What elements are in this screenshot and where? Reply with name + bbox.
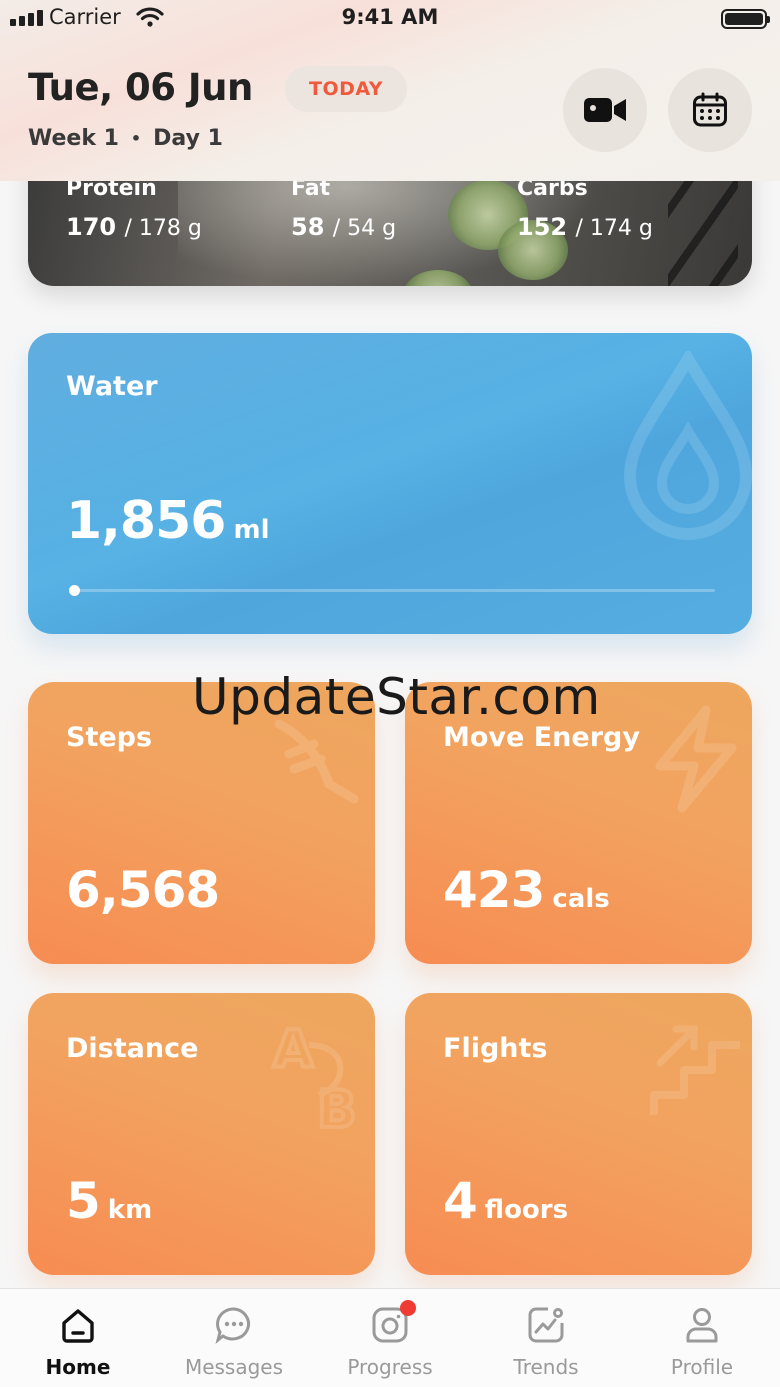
tab-trends[interactable]: Trends <box>468 1289 624 1387</box>
a-to-b-icon: A B <box>271 1018 359 1135</box>
macro-target: / 178 g <box>124 216 202 241</box>
video-camera-icon <box>584 98 626 122</box>
distance-unit: km <box>107 1195 153 1225</box>
water-amount: 1,856 <box>66 491 226 551</box>
move-energy-unit: cals <box>552 884 610 914</box>
steps-value: 6,568 <box>66 861 227 919</box>
status-time: 9:41 AM <box>341 5 439 29</box>
svg-text:B: B <box>317 1080 357 1135</box>
tab-profile[interactable]: Profile <box>624 1289 780 1387</box>
macro-value: 58 <box>291 213 325 241</box>
steps-amount: 6,568 <box>66 861 220 919</box>
distance-amount: 5 <box>66 1172 101 1230</box>
water-unit: ml <box>233 515 270 545</box>
macro-target: / 174 g <box>575 216 653 241</box>
tab-label: Trends <box>513 1355 579 1379</box>
water-slider-handle[interactable] <box>69 585 80 596</box>
flights-title: Flights <box>443 1033 548 1064</box>
tab-home[interactable]: Home <box>0 1289 156 1387</box>
water-drop-icon <box>623 351 752 540</box>
notification-badge <box>400 1300 416 1316</box>
home-icon <box>62 1309 94 1343</box>
header: Carrier 9:41 AM Tue, 06 Jun TODAY Week 1… <box>0 0 780 181</box>
macro-protein: Protein 170 / 178 g <box>66 176 202 241</box>
macro-target: / 54 g <box>332 216 397 241</box>
flights-tile[interactable]: Flights 4 floors <box>405 993 752 1275</box>
macro-value: 152 <box>517 213 568 241</box>
trends-icon <box>528 1307 564 1343</box>
move-energy-amount: 423 <box>443 861 545 919</box>
page-title: Tue, 06 Jun <box>28 66 253 109</box>
water-card[interactable]: Water 1,856 ml <box>28 333 752 634</box>
svg-text:A: A <box>273 1020 313 1080</box>
chopsticks-image <box>668 180 738 286</box>
tab-label: Home <box>45 1355 111 1379</box>
macro-fat: Fat 58 / 54 g <box>291 176 396 241</box>
watermark: UpdateStar.com <box>192 668 601 726</box>
distance-value: 5 km <box>66 1172 152 1230</box>
steps-title: Steps <box>66 722 153 753</box>
messages-icon <box>215 1307 250 1344</box>
tab-label: Profile <box>670 1355 734 1379</box>
video-button[interactable] <box>563 68 647 152</box>
week-day-label: Week 1 • Day 1 <box>28 126 223 151</box>
tab-progress[interactable]: Progress <box>312 1289 468 1387</box>
tab-messages[interactable]: Messages <box>156 1289 312 1387</box>
battery-icon <box>721 9 770 29</box>
move-energy-title: Move Energy <box>443 722 640 753</box>
today-button[interactable]: TODAY <box>285 66 407 112</box>
flights-unit: floors <box>484 1195 569 1225</box>
macro-carbs: Carbs 152 / 174 g <box>517 176 653 241</box>
status-bar: Carrier 9:41 AM <box>0 0 780 38</box>
week-label: Week 1 <box>28 126 119 151</box>
separator: • <box>130 129 142 148</box>
macro-value: 170 <box>66 213 117 241</box>
tab-bar: Home Messages Progress Trends Profile <box>0 1288 780 1387</box>
tab-label: Progress <box>347 1355 433 1379</box>
water-slider[interactable] <box>69 585 715 596</box>
water-title: Water <box>66 371 158 402</box>
flights-value: 4 floors <box>443 1172 568 1230</box>
flights-amount: 4 <box>443 1172 478 1230</box>
water-value: 1,856 ml <box>66 491 270 551</box>
calendar-button[interactable] <box>668 68 752 152</box>
day-label: Day 1 <box>153 126 223 151</box>
stairs-icon <box>650 1025 740 1115</box>
tab-label: Messages <box>184 1355 284 1379</box>
profile-icon <box>686 1308 718 1343</box>
move-energy-value: 423 cals <box>443 861 610 919</box>
distance-title: Distance <box>66 1033 199 1064</box>
calendar-icon <box>693 92 727 127</box>
distance-tile[interactable]: A B Distance 5 km <box>28 993 375 1275</box>
lightning-icon <box>655 705 737 813</box>
